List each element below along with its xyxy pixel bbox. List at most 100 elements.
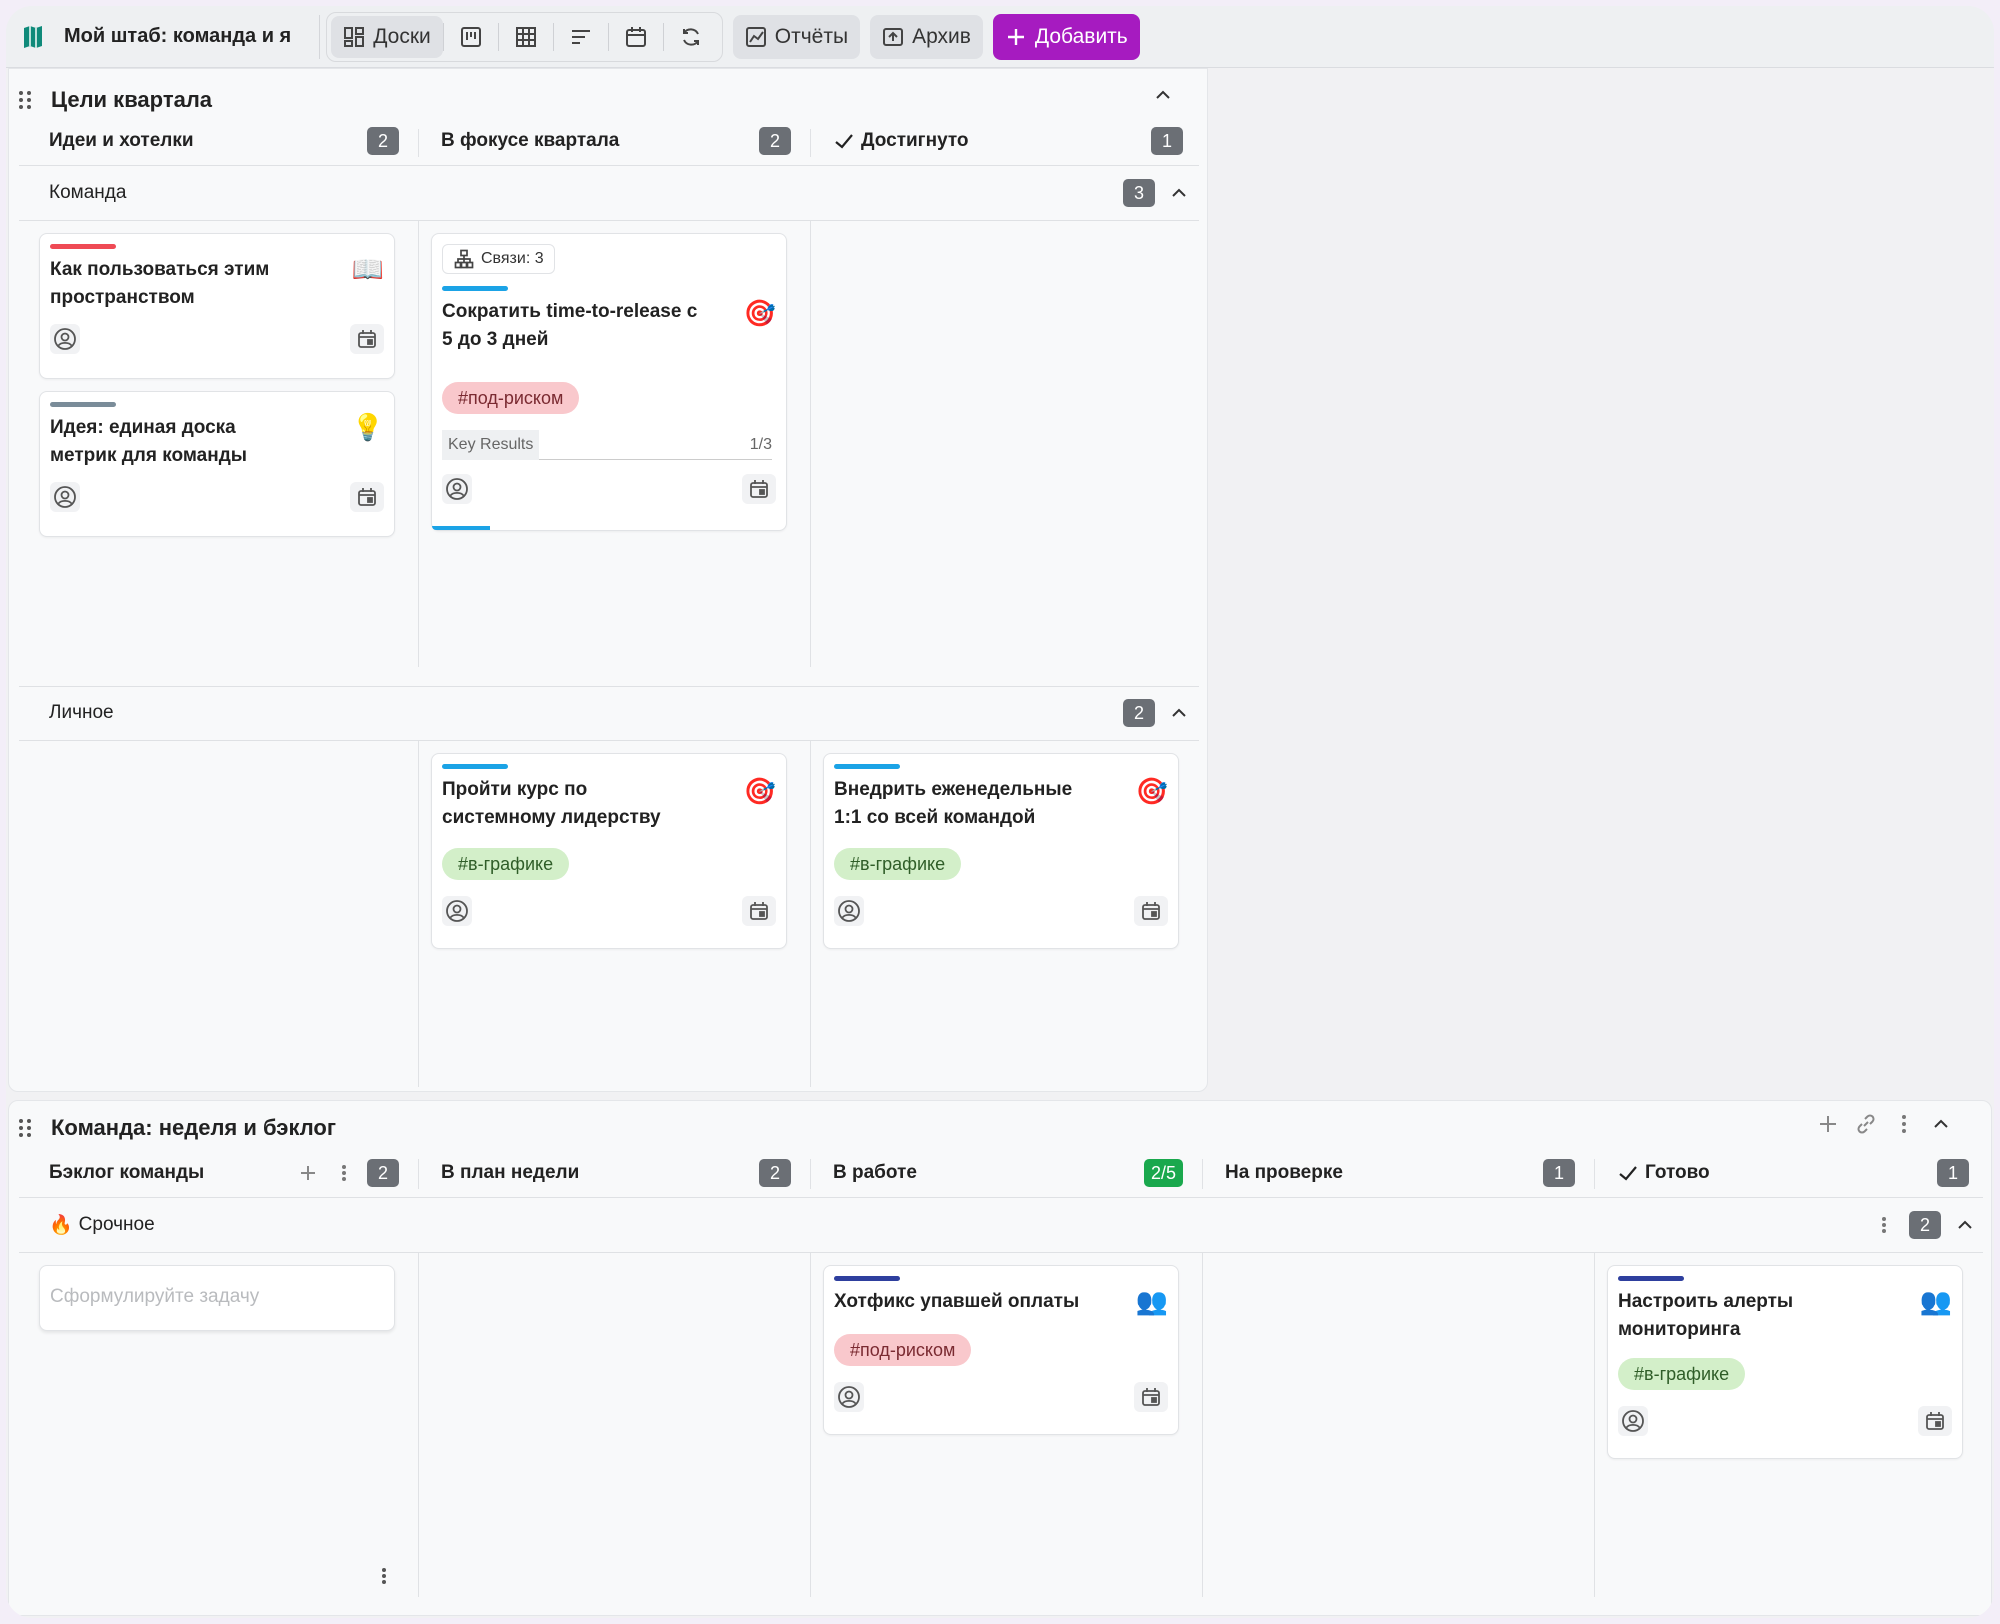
due-date-calendar-icon[interactable] xyxy=(1134,1382,1168,1412)
column-count-badge: 2 xyxy=(367,1159,399,1187)
chevron-up-icon[interactable] xyxy=(1955,1215,1975,1235)
collapse-board-chevron-up-icon[interactable] xyxy=(1931,1114,1951,1134)
tag-at-risk[interactable]: #под-риском xyxy=(442,382,580,414)
card-monitoring-alerts[interactable]: Настроить алерты мониторинга 👥 #в-график… xyxy=(1607,1265,1963,1459)
reports-button[interactable]: Отчёты xyxy=(732,14,861,59)
column-header-done[interactable]: Готово 1 xyxy=(1617,1153,1969,1193)
app-frame: Мой штаб: команда и я Доски Отчёты Архив… xyxy=(6,6,1994,1618)
board-quarter-goals: Цели квартала Идеи и хотелки 2 В фокусе … xyxy=(8,68,1208,1092)
column-header-achieved[interactable]: Достигнуто 1 xyxy=(833,121,1183,161)
add-task-plus-icon[interactable] xyxy=(297,1162,319,1184)
hierarchy-icon xyxy=(453,248,475,270)
board-title: Команда: неделя и бэклог xyxy=(51,1115,337,1140)
column-count-badge: 2 xyxy=(759,127,791,155)
assignee-avatar-icon[interactable] xyxy=(1618,1406,1648,1436)
new-task-input[interactable]: Сформулируйте задачу xyxy=(39,1265,395,1331)
links-chip[interactable]: Связи: 3 xyxy=(442,244,555,274)
cycle-view-button[interactable] xyxy=(664,16,718,58)
due-date-calendar-icon[interactable] xyxy=(350,482,384,512)
tag-at-risk[interactable]: #под-риском xyxy=(834,1334,972,1366)
column-count-badge: 1 xyxy=(1543,1159,1575,1187)
card-weekly-one-on-one[interactable]: Внедрить еженедельные 1:1 со всей команд… xyxy=(823,753,1179,949)
due-date-calendar-icon[interactable] xyxy=(742,474,776,504)
workspace-title[interactable]: Мой штаб: команда и я xyxy=(64,25,291,48)
swimlane-urgent[interactable]: 🔥 Срочное 2 xyxy=(49,1199,1975,1251)
key-results-progress[interactable]: Key Results 1/3 xyxy=(442,429,772,460)
assignee-avatar-icon[interactable] xyxy=(442,896,472,926)
column-header-team-backlog[interactable]: Бэклог команды 2 xyxy=(49,1153,399,1193)
target-icon: 🎯 xyxy=(743,298,776,328)
boards-view-button[interactable]: Доски xyxy=(331,15,443,58)
tag-on-schedule[interactable]: #в-графике xyxy=(834,848,962,880)
table-view-button[interactable] xyxy=(499,16,553,58)
swimlane-team[interactable]: Команда 3 xyxy=(49,167,1189,219)
due-date-calendar-icon[interactable] xyxy=(350,324,384,354)
archive-icon xyxy=(882,26,904,48)
assignee-avatar-icon[interactable] xyxy=(442,474,472,504)
column-count-badge: 1 xyxy=(1937,1159,1969,1187)
assignee-avatar-icon[interactable] xyxy=(834,1382,864,1412)
people-icon: 👥 xyxy=(1919,1286,1952,1316)
drag-handle-icon[interactable] xyxy=(17,89,33,111)
card-time-to-release[interactable]: Связи: 3 Сократить time-to-release с 5 д… xyxy=(431,233,787,531)
calendar-icon xyxy=(625,26,647,48)
progress-bar xyxy=(432,526,490,530)
column-header-in-progress[interactable]: В работе 2/5 xyxy=(833,1153,1183,1193)
priority-stripe xyxy=(50,244,116,249)
assignee-avatar-icon[interactable] xyxy=(50,324,80,354)
collapse-board-chevron-up-icon[interactable] xyxy=(1153,85,1173,105)
book-icon: 📖 xyxy=(351,254,384,284)
sort-lines-icon xyxy=(570,26,592,48)
list-view-button[interactable] xyxy=(554,16,608,58)
more-vertical-icon[interactable] xyxy=(333,1162,355,1184)
plus-icon xyxy=(1005,26,1027,48)
column-header-review[interactable]: На проверке 1 xyxy=(1225,1153,1575,1193)
assignee-avatar-icon[interactable] xyxy=(834,896,864,926)
fire-icon: 🔥 xyxy=(49,1215,73,1236)
card-hotfix-payment[interactable]: Хотфикс упавшей оплаты 👥 #под-риском xyxy=(823,1265,1179,1435)
swimlane-count-badge: 2 xyxy=(1123,699,1155,727)
more-vertical-icon[interactable] xyxy=(373,1565,395,1587)
kanban-view-button[interactable] xyxy=(444,16,498,58)
due-date-calendar-icon[interactable] xyxy=(1134,896,1168,926)
assignee-avatar-icon[interactable] xyxy=(50,482,80,512)
add-button[interactable]: Добавить xyxy=(992,13,1140,60)
column-count-badge: 2 xyxy=(759,1159,791,1187)
refresh-icon xyxy=(680,26,702,48)
more-vertical-icon[interactable] xyxy=(1873,1214,1895,1236)
swimlane-count-badge: 2 xyxy=(1909,1211,1941,1239)
column-header-week-plan[interactable]: В план недели 2 xyxy=(441,1153,791,1193)
target-icon: 🎯 xyxy=(1135,776,1168,806)
column-count-badge: 1 xyxy=(1151,127,1183,155)
swimlane-title: Команда xyxy=(49,182,127,203)
priority-stripe xyxy=(1618,1276,1684,1281)
column-header-focus[interactable]: В фокусе квартала 2 xyxy=(441,121,791,161)
swimlane-personal[interactable]: Личное 2 xyxy=(49,687,1189,739)
chevron-up-icon[interactable] xyxy=(1169,183,1189,203)
archive-label: Архив xyxy=(912,24,971,48)
board-actions xyxy=(1817,1113,1951,1135)
priority-stripe xyxy=(442,286,508,291)
drag-handle-icon[interactable] xyxy=(17,1117,33,1139)
kanban-icon xyxy=(460,26,482,48)
card-leadership-course[interactable]: Пройти курс по системному лидерству 🎯 #в… xyxy=(431,753,787,949)
more-vertical-icon[interactable] xyxy=(1893,1113,1915,1135)
swimlane-title: Срочное xyxy=(78,1214,155,1235)
archive-button[interactable]: Архив xyxy=(870,14,983,59)
due-date-calendar-icon[interactable] xyxy=(1918,1406,1952,1436)
calendar-view-button[interactable] xyxy=(609,16,663,58)
card-idea-metrics[interactable]: Идея: единая доска метрик для команды 💡 xyxy=(39,391,395,537)
tag-on-schedule[interactable]: #в-графике xyxy=(1618,1358,1746,1390)
column-header-ideas[interactable]: Идеи и хотелки 2 xyxy=(49,121,399,161)
chevron-up-icon[interactable] xyxy=(1169,703,1189,723)
card-how-to-use[interactable]: Как пользоваться этим пространством 📖 xyxy=(39,233,395,379)
swimlane-title: Личное xyxy=(49,702,114,723)
board-title: Цели квартала xyxy=(51,87,213,112)
wip-limit-badge: 2/5 xyxy=(1143,1159,1183,1187)
due-date-calendar-icon[interactable] xyxy=(742,896,776,926)
link-icon[interactable] xyxy=(1855,1113,1877,1135)
lightbulb-icon: 💡 xyxy=(351,412,384,442)
tag-on-schedule[interactable]: #в-графике xyxy=(442,848,570,880)
add-column-plus-icon[interactable] xyxy=(1817,1113,1839,1135)
chart-icon xyxy=(745,26,767,48)
